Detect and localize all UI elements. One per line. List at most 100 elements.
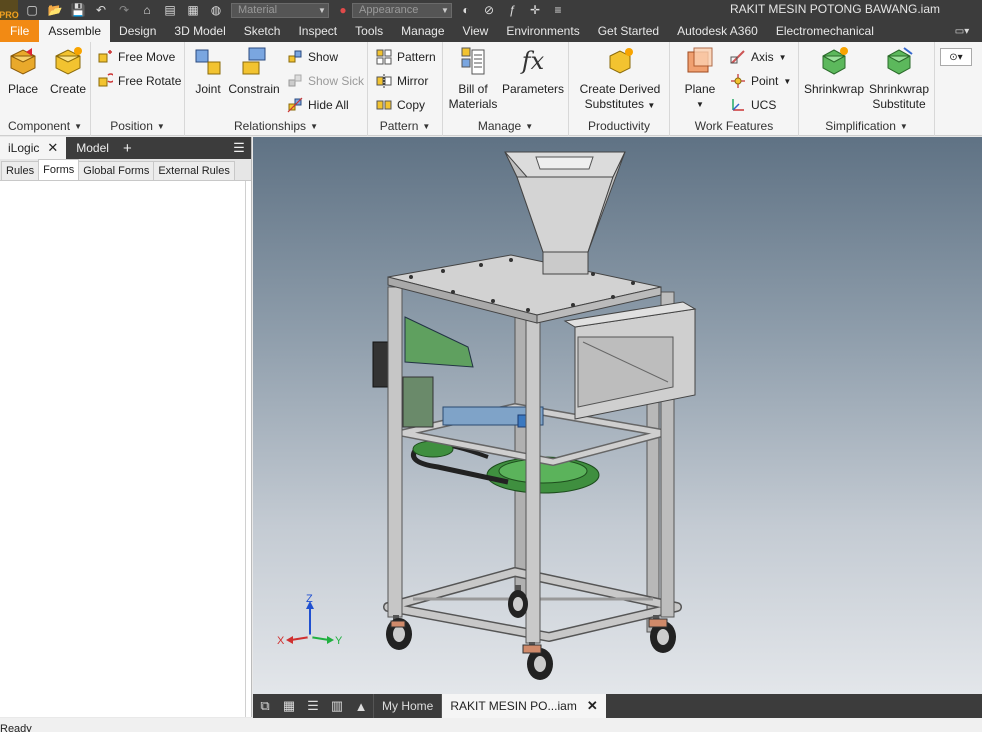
parameters-button[interactable]: fx Parameters — [501, 46, 565, 97]
motor-box — [372, 341, 390, 388]
ribbon-options-button[interactable]: ⊙▾ — [940, 48, 972, 66]
panel-title-pattern[interactable]: Pattern ▼ — [368, 118, 442, 134]
save-icon[interactable]: 💾 — [69, 2, 87, 18]
tab-get-started[interactable]: Get Started — [589, 20, 668, 42]
show-sick-button[interactable]: Show Sick — [287, 72, 364, 90]
fx-icon[interactable]: ƒ — [503, 2, 521, 18]
graphics-viewport[interactable]: Z X Y — [253, 137, 982, 694]
panel-toggle-icon[interactable]: ▭▾ — [942, 20, 982, 42]
color-wheel-icon[interactable]: ● — [334, 2, 352, 18]
panel-position: Free Move Free Rotate Position ▼ — [91, 42, 185, 136]
tab-sketch[interactable]: Sketch — [235, 20, 290, 42]
mirror-button[interactable]: Mirror — [376, 72, 428, 90]
axis-button[interactable]: Axis ▼ — [730, 48, 787, 66]
joint-button[interactable]: Joint — [191, 46, 225, 97]
globe-icon[interactable]: ◍ — [207, 2, 225, 18]
shrinkwrap-label: Shrinkwrap — [803, 82, 865, 96]
green-chute — [404, 316, 474, 368]
tab-file[interactable]: File — [0, 20, 40, 42]
panel-component: Place Create Component ▼ — [0, 42, 91, 136]
hamburger-menu-icon[interactable]: ☰ — [227, 137, 251, 159]
customize-icon[interactable]: ≡ — [549, 2, 567, 18]
motor-cutter — [402, 376, 434, 428]
point-button[interactable]: Point ▼ — [730, 72, 791, 90]
top-plate — [387, 254, 662, 316]
tab-inspect[interactable]: Inspect — [289, 20, 346, 42]
tab-autodesk-a360[interactable]: Autodesk A360 — [668, 20, 767, 42]
home-icon[interactable]: ⌂ — [138, 2, 156, 18]
app-logo[interactable]: PRO — [0, 0, 19, 20]
chevron-down-icon: ▼ — [74, 121, 82, 131]
tab-electromechanical[interactable]: Electromechanical — [767, 20, 883, 42]
machine-model[interactable]: Z X Y — [253, 137, 982, 694]
doc-tab-assembly[interactable]: RAKIT MESIN PO...iam ✕ — [441, 694, 606, 718]
simplification-title-text: Simplification — [825, 119, 896, 133]
axis-x-label: X — [277, 635, 285, 647]
tab-environments[interactable]: Environments — [497, 20, 588, 42]
tile-horizontal-icon[interactable]: ☰ — [301, 694, 325, 718]
axis-triad[interactable] — [286, 601, 334, 644]
tab-manage[interactable]: Manage — [392, 20, 453, 42]
tab-view[interactable]: View — [454, 20, 498, 42]
constrain-icon — [242, 47, 266, 75]
measure-icon[interactable]: ✛ — [526, 2, 544, 18]
plane-button[interactable]: Plane ▼ — [678, 46, 722, 112]
doc-tab-my-home[interactable]: My Home — [373, 694, 441, 718]
free-rotate-button[interactable]: Free Rotate — [97, 72, 181, 90]
copy-icon — [376, 100, 392, 110]
chevron-circle-icon: ⊙▾ — [949, 51, 963, 63]
chevron-down-icon: ▼ — [778, 52, 787, 62]
panel-manage: Bill of Materials fx Parameters Manage ▼ — [443, 42, 569, 136]
new-icon[interactable]: ▢ — [23, 2, 41, 18]
material-dropdown[interactable]: Material ▼ — [231, 2, 329, 18]
constrain-button[interactable]: Constrain — [228, 46, 280, 97]
bill-of-materials-button[interactable]: Bill of Materials — [447, 46, 499, 112]
redo-icon[interactable]: ↷ — [115, 2, 133, 18]
tab-model[interactable]: Model — [66, 137, 117, 159]
hopper-neck — [542, 251, 589, 275]
tab-ilogic[interactable]: iLogic ✕ — [0, 137, 67, 159]
panel-title-component[interactable]: Component ▼ — [0, 118, 90, 134]
subtab-forms[interactable]: Forms — [38, 159, 80, 180]
subtab-external-rules[interactable]: External Rules — [153, 161, 235, 180]
pattern-button[interactable]: Pattern — [376, 48, 436, 66]
material-dropdown-value: Material — [238, 4, 278, 16]
open-icon[interactable]: 📂 — [46, 2, 64, 18]
shrinkwrap-button[interactable]: Shrinkwrap — [803, 46, 865, 97]
appearance-dropdown[interactable]: Appearance ▼ — [352, 2, 452, 18]
shrinkwrap-substitute-button[interactable]: Shrinkwrap Substitute — [867, 46, 931, 112]
tab-3d-model[interactable]: 3D Model — [165, 20, 234, 42]
subtab-global-forms[interactable]: Global Forms — [78, 161, 155, 180]
cascade-windows-icon[interactable]: ⧉ — [253, 694, 277, 718]
place-button[interactable]: Place — [6, 46, 40, 97]
tab-ilogic-label: iLogic — [8, 141, 40, 155]
free-move-button[interactable]: Free Move — [97, 48, 175, 66]
clear-appearance-icon[interactable]: ⊘ — [480, 2, 498, 18]
panel-title-manage[interactable]: Manage ▼ — [443, 118, 568, 134]
create-button[interactable]: Create — [50, 46, 86, 97]
subtab-rules[interactable]: Rules — [1, 161, 40, 180]
shrinkwrap-substitute-icon — [887, 47, 913, 75]
tab-tools[interactable]: Tools — [346, 20, 392, 42]
ucs-button[interactable]: UCS — [730, 96, 776, 114]
frame-leg-back-left — [514, 296, 528, 598]
tile-vertical-icon[interactable]: ▥ — [325, 694, 349, 718]
update-icon[interactable]: ▤ — [161, 2, 179, 18]
create-derived-substitutes-button[interactable]: Create Derived Substitutes ▼ — [573, 46, 667, 113]
close-icon[interactable]: ✕ — [587, 698, 598, 714]
tab-list-icon[interactable]: ▲ — [349, 694, 373, 718]
close-icon[interactable]: ✕ — [47, 140, 58, 156]
tab-design[interactable]: Design — [110, 20, 165, 42]
show-button[interactable]: Show — [287, 48, 338, 66]
select-icon[interactable]: ▦ — [184, 2, 202, 18]
tab-assemble[interactable]: Assemble — [39, 20, 111, 42]
panel-title-relationships[interactable]: Relationships ▼ — [185, 118, 367, 134]
add-tab-icon[interactable]: + — [117, 137, 138, 159]
panel-title-simplification[interactable]: Simplification ▼ — [799, 118, 934, 134]
tile-windows-icon[interactable]: ▦ — [277, 694, 301, 718]
panel-title-position[interactable]: Position ▼ — [91, 118, 184, 134]
undo-icon[interactable]: ↶ — [92, 2, 110, 18]
hide-all-button[interactable]: Hide All — [287, 96, 349, 114]
copy-button[interactable]: Copy — [376, 96, 425, 114]
adjust-icon[interactable]: ◐ — [457, 2, 475, 18]
